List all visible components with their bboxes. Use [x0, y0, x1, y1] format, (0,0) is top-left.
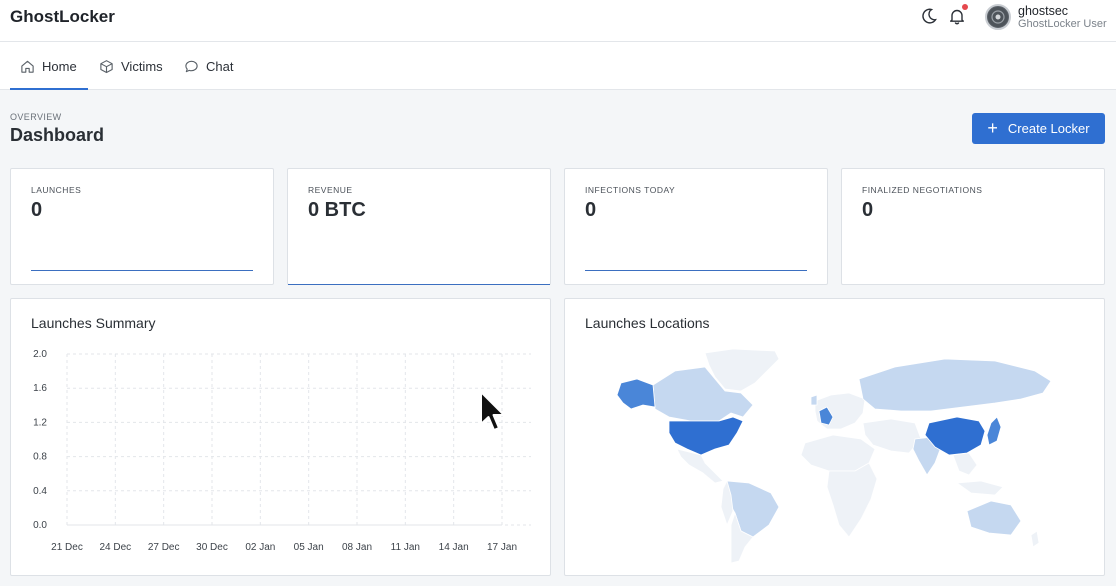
y-tick-label: 2.0 — [33, 349, 47, 360]
x-tick-label: 27 Dec — [148, 542, 180, 553]
tab-bar: Home Victims Chat — [0, 42, 1116, 90]
notification-badge — [962, 4, 968, 10]
user-role: GhostLocker User — [1018, 18, 1107, 30]
plus-icon: + — [987, 117, 998, 138]
page-overline: OVERVIEW — [10, 112, 62, 122]
top-bar: GhostLocker ghostsec GhostLocker User — [0, 0, 1116, 42]
active-tab-indicator — [10, 88, 88, 90]
map-region-africa-south[interactable] — [826, 462, 878, 538]
stat-value: 0 — [585, 199, 597, 221]
cube-icon — [100, 59, 113, 73]
y-tick-label: 0.8 — [33, 452, 47, 463]
x-tick-label: 21 Dec — [51, 542, 83, 553]
app-title[interactable]: GhostLocker — [10, 7, 115, 27]
x-tick-label: 05 Jan — [294, 542, 324, 553]
x-tick-label: 14 Jan — [439, 542, 469, 553]
sparkline — [288, 284, 550, 285]
map-region-australia[interactable] — [966, 500, 1022, 536]
sparkline — [585, 270, 807, 271]
launches-summary-chart: 2.0 1.6 1.2 0.8 0.4 0.0 21 Dec 24 Dec 27 Dec 30 D… — [33, 349, 531, 553]
stat-card-revenue: REVENUE 0 BTC — [287, 168, 551, 285]
map-region-japan[interactable] — [986, 416, 1002, 446]
stat-value: 0 — [31, 199, 43, 221]
stat-value: 0 BTC — [308, 199, 366, 221]
stat-card-finalized-negotiations: FINALIZED NEGOTIATIONS 0 — [841, 168, 1105, 285]
y-tick-label: 0.0 — [33, 520, 47, 531]
x-tick-label: 02 Jan — [245, 542, 275, 553]
launches-locations-panel: Launches Locations — [564, 298, 1105, 576]
sparkline — [31, 270, 253, 271]
stat-label: FINALIZED NEGOTIATIONS — [862, 185, 983, 195]
moon-icon[interactable] — [920, 7, 938, 25]
tab-chat-label: Chat — [206, 58, 234, 74]
world-map[interactable] — [565, 299, 1104, 575]
map-region-southeast-asia[interactable] — [952, 452, 978, 476]
stat-label: LAUNCHES — [31, 185, 82, 195]
tab-chat[interactable]: Chat — [184, 42, 233, 90]
y-tick-label: 1.6 — [33, 383, 47, 394]
map-region-usa[interactable] — [668, 416, 744, 456]
page-title: Dashboard — [10, 125, 105, 145]
x-tick-label: 17 Jan — [487, 542, 517, 553]
home-icon — [21, 60, 34, 73]
stat-card-launches: LAUNCHES 0 — [10, 168, 274, 285]
avatar[interactable] — [985, 4, 1011, 30]
launches-summary-panel: Launches Summary 2.0 1.6 1.2 0.8 0.4 0.0 21 De… — [10, 298, 551, 576]
create-locker-button[interactable]: + Create Locker — [972, 113, 1105, 144]
x-tick-label: 24 Dec — [99, 542, 131, 553]
chat-icon — [185, 60, 198, 72]
stat-value: 0 — [862, 199, 874, 221]
user-name[interactable]: ghostsec — [1018, 4, 1068, 18]
map-region-uk[interactable] — [810, 394, 818, 406]
map-region-russia[interactable] — [858, 358, 1052, 412]
tab-home[interactable]: Home — [20, 42, 77, 90]
map-region-new-zealand[interactable] — [1030, 530, 1040, 548]
stat-card-infections-today: INFECTIONS TODAY 0 — [564, 168, 828, 285]
tab-home-label: Home — [42, 58, 77, 74]
map-region-alaska[interactable] — [616, 378, 656, 410]
y-tick-label: 1.2 — [33, 417, 47, 428]
tab-victims[interactable]: Victims — [99, 42, 163, 90]
map-region-indonesia[interactable] — [956, 480, 1004, 496]
x-tick-label: 11 Jan — [391, 542, 420, 553]
y-tick-label: 0.4 — [33, 486, 47, 497]
create-locker-label: Create Locker — [1007, 121, 1090, 136]
stat-label: REVENUE — [308, 185, 353, 195]
x-tick-label: 30 Dec — [196, 542, 228, 553]
mouse-cursor-icon — [480, 391, 505, 431]
tab-victims-label: Victims — [121, 58, 163, 74]
x-tick-label: 08 Jan — [342, 542, 372, 553]
stat-label: INFECTIONS TODAY — [585, 185, 676, 195]
